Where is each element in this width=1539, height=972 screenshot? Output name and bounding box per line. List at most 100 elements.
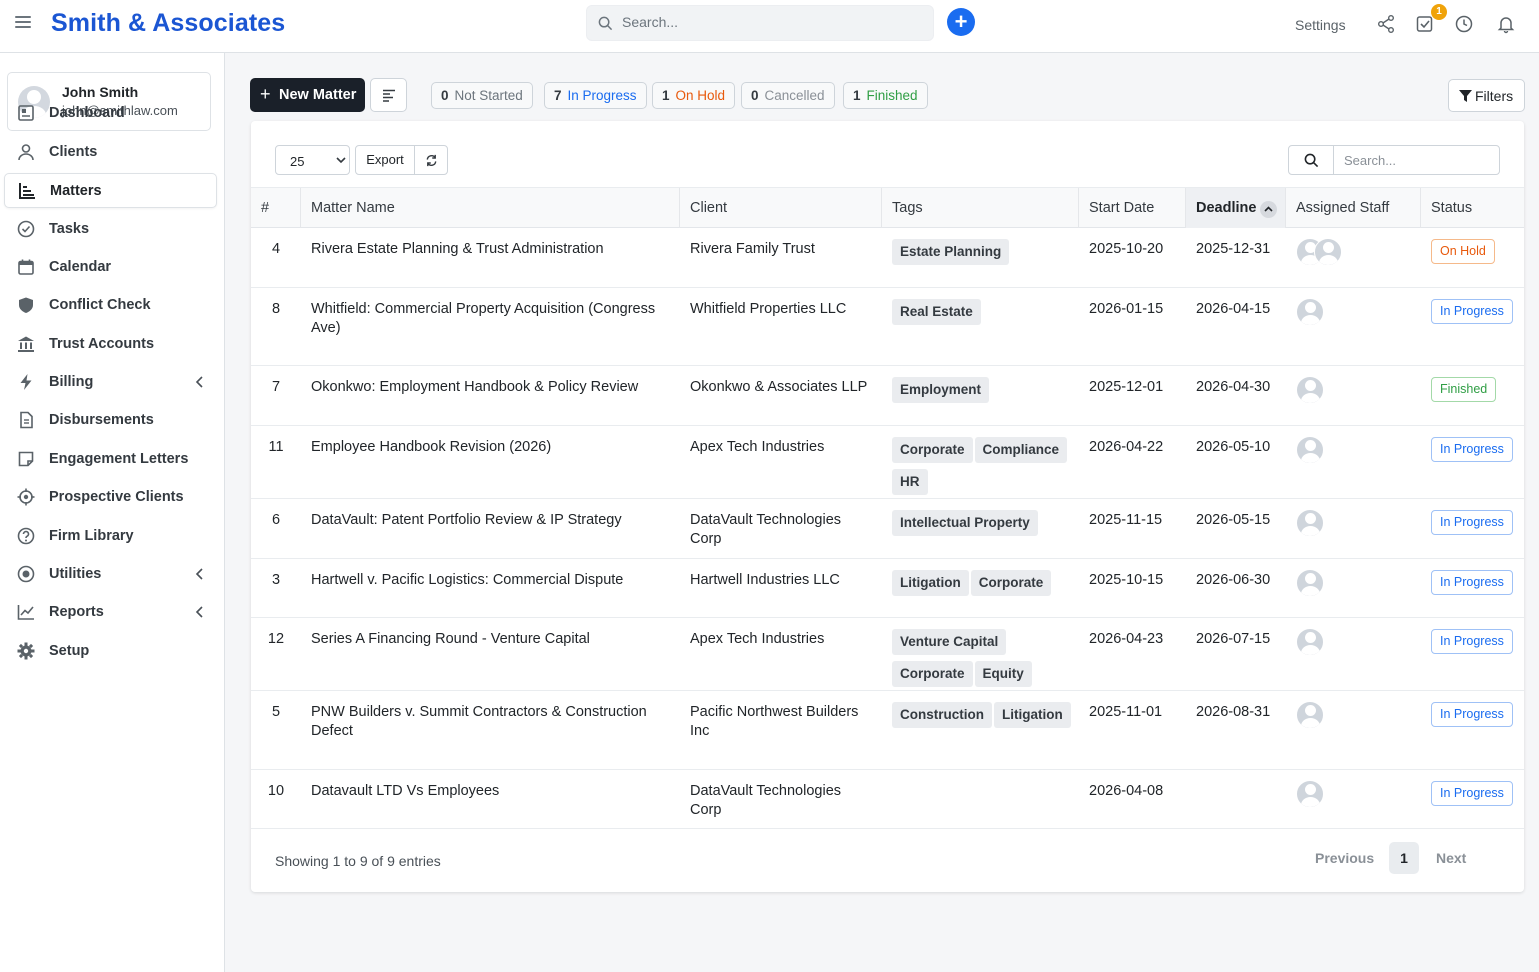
filters-button[interactable]: Filters [1448,79,1525,112]
status-filter-not-started[interactable]: 0 Not Started [431,82,533,109]
global-search-input[interactable] [622,14,912,30]
table-row[interactable]: 12 Series A Financing Round - Venture Cap… [251,618,1524,691]
staff-avatar[interactable] [1314,238,1342,266]
tag-badge: Corporate [892,661,973,687]
sidebar-item-firm-library[interactable]: Firm Library [4,519,217,554]
export-button[interactable]: Export [355,145,415,175]
sidebar-item-billing[interactable]: Billing [4,365,217,400]
col-deadline[interactable]: Deadline [1196,200,1256,216]
status-badge[interactable]: Finished [1431,377,1497,402]
status-filter-on-hold[interactable]: 1 On Hold [652,82,736,109]
table-row[interactable]: 5 PNW Builders v. Summit Contractors & Co… [251,691,1524,770]
matter-name-link[interactable]: DataVault: Patent Portfolio Review & IP … [311,511,676,530]
sidebar-item-setup[interactable]: Setup [4,634,217,669]
matter-name-link[interactable]: Employee Handbook Revision (2026) [311,438,676,457]
start-date: 2026-04-08 [1089,783,1164,799]
sidebar-item-clients[interactable]: Clients [4,135,217,170]
new-matter-button[interactable]: + New Matter [250,78,365,112]
client-name: Whitfield Properties LLC [690,301,847,317]
sidebar-item-utilities[interactable]: Utilities [4,557,217,592]
staff-avatar[interactable] [1296,436,1324,464]
refresh-button[interactable] [414,145,448,175]
col-matter-name[interactable]: Matter Name [311,200,395,216]
table-row[interactable]: 7 Okonkwo: Employment Handbook & Policy R… [251,366,1524,426]
col-client[interactable]: Client [690,200,727,216]
col-number[interactable]: # [261,200,269,216]
tag-badge: Litigation [994,702,1071,728]
sidebar-item-tasks[interactable]: Tasks [4,212,217,247]
matter-name-link[interactable]: Hartwell v. Pacific Logistics: Commercia… [311,571,676,590]
sidebar-item-conflict-check[interactable]: Conflict Check [4,288,217,323]
staff-avatar[interactable] [1296,376,1324,404]
status-label: In Progress [567,88,637,103]
sidebar-item-dashboard[interactable]: Dashboard [4,96,217,131]
status-badge[interactable]: On Hold [1431,239,1495,264]
col-assigned-staff[interactable]: Assigned Staff [1296,200,1389,216]
status-badge[interactable]: In Progress [1431,299,1513,324]
table-row[interactable]: 3 Hartwell v. Pacific Logistics: Commerci… [251,559,1524,618]
matter-number: 6 [271,512,281,528]
col-start-date[interactable]: Start Date [1089,200,1154,216]
next-page-button[interactable]: Next [1436,850,1466,866]
clock-icon[interactable] [1454,14,1474,34]
page-1-button[interactable]: 1 [1389,842,1419,874]
sidebar-item-label: Utilities [49,566,102,582]
sidebar-item-calendar[interactable]: Calendar [4,250,217,285]
brand-title[interactable]: Smith & Associates [51,9,285,38]
chevron-left-icon [195,606,203,618]
page-size-select[interactable]: 25 [275,145,350,175]
deadline-date: 2026-04-15 [1196,301,1271,317]
status-badge[interactable]: In Progress [1431,702,1513,727]
table-row[interactable]: 11 Employee Handbook Revision (2026) Apex … [251,426,1524,499]
status-cell: On Hold [1431,239,1495,264]
matter-tags: Litigation Corporate [892,570,1077,602]
table-row[interactable]: 6 DataVault: Patent Portfolio Review & IP… [251,499,1524,559]
status-filter-cancelled[interactable]: 0 Cancelled [741,82,835,109]
sidebar-item-label: Dashboard [49,105,125,121]
staff-avatar[interactable] [1296,298,1324,326]
col-status[interactable]: Status [1431,200,1472,216]
table-search-input[interactable] [1344,153,1494,168]
sidebar-item-prospective-clients[interactable]: Prospective Clients [4,480,217,515]
matter-name-link[interactable]: PNW Builders v. Summit Contractors & Con… [311,703,676,741]
table-row[interactable]: 10 Datavault LTD Vs Employees DataVault Te… [251,770,1524,829]
quick-add-button[interactable]: + [947,8,975,36]
matter-name-link[interactable]: Rivera Estate Planning & Trust Administr… [311,240,676,259]
staff-avatar[interactable] [1296,701,1324,729]
sidebar-item-engagement-letters[interactable]: Engagement Letters [4,442,217,477]
staff-avatar[interactable] [1296,780,1324,808]
share-icon[interactable] [1376,14,1396,34]
status-badge[interactable]: In Progress [1431,781,1513,806]
sidebar-item-reports[interactable]: Reports [4,595,217,630]
sidebar-item-label: Reports [49,604,104,620]
table-search-button[interactable] [1289,146,1334,174]
matter-name-link[interactable]: Okonkwo: Employment Handbook & Policy Re… [311,378,676,397]
global-search[interactable] [586,5,934,41]
bell-icon[interactable] [1496,14,1516,34]
table-search[interactable] [1288,145,1500,175]
status-badge[interactable]: In Progress [1431,629,1513,654]
status-filter-finished[interactable]: 1 Finished [843,82,928,109]
status-badge[interactable]: In Progress [1431,570,1513,595]
table-row[interactable]: 4 Rivera Estate Planning & Trust Administ… [251,228,1524,288]
matter-name-link[interactable]: Datavault LTD Vs Employees [311,782,676,801]
menu-icon[interactable] [15,16,31,30]
sidebar-item-trust-accounts[interactable]: Trust Accounts [4,327,217,362]
tag-badge: Construction [892,702,992,728]
matter-name-link[interactable]: Series A Financing Round - Venture Capit… [311,630,676,649]
status-badge[interactable]: In Progress [1431,510,1513,535]
staff-avatar[interactable] [1296,509,1324,537]
layout-toggle-button[interactable] [370,78,407,112]
sidebar-item-disbursements[interactable]: Disbursements [4,403,217,438]
status-badge[interactable]: In Progress [1431,437,1513,462]
staff-avatar[interactable] [1296,628,1324,656]
matter-name-link[interactable]: Whitfield: Commercial Property Acquisiti… [311,300,676,338]
status-filter-in-progress[interactable]: 7 In Progress [544,82,647,109]
previous-page-button[interactable]: Previous [1315,850,1374,866]
sort-asc-button[interactable] [1260,201,1277,218]
settings-link[interactable]: Settings [1295,17,1346,33]
staff-avatar[interactable] [1296,569,1324,597]
col-tags[interactable]: Tags [892,200,923,216]
sidebar-item-matters[interactable]: Matters [4,173,217,208]
table-row[interactable]: 8 Whitfield: Commercial Property Acquisit… [251,288,1524,366]
